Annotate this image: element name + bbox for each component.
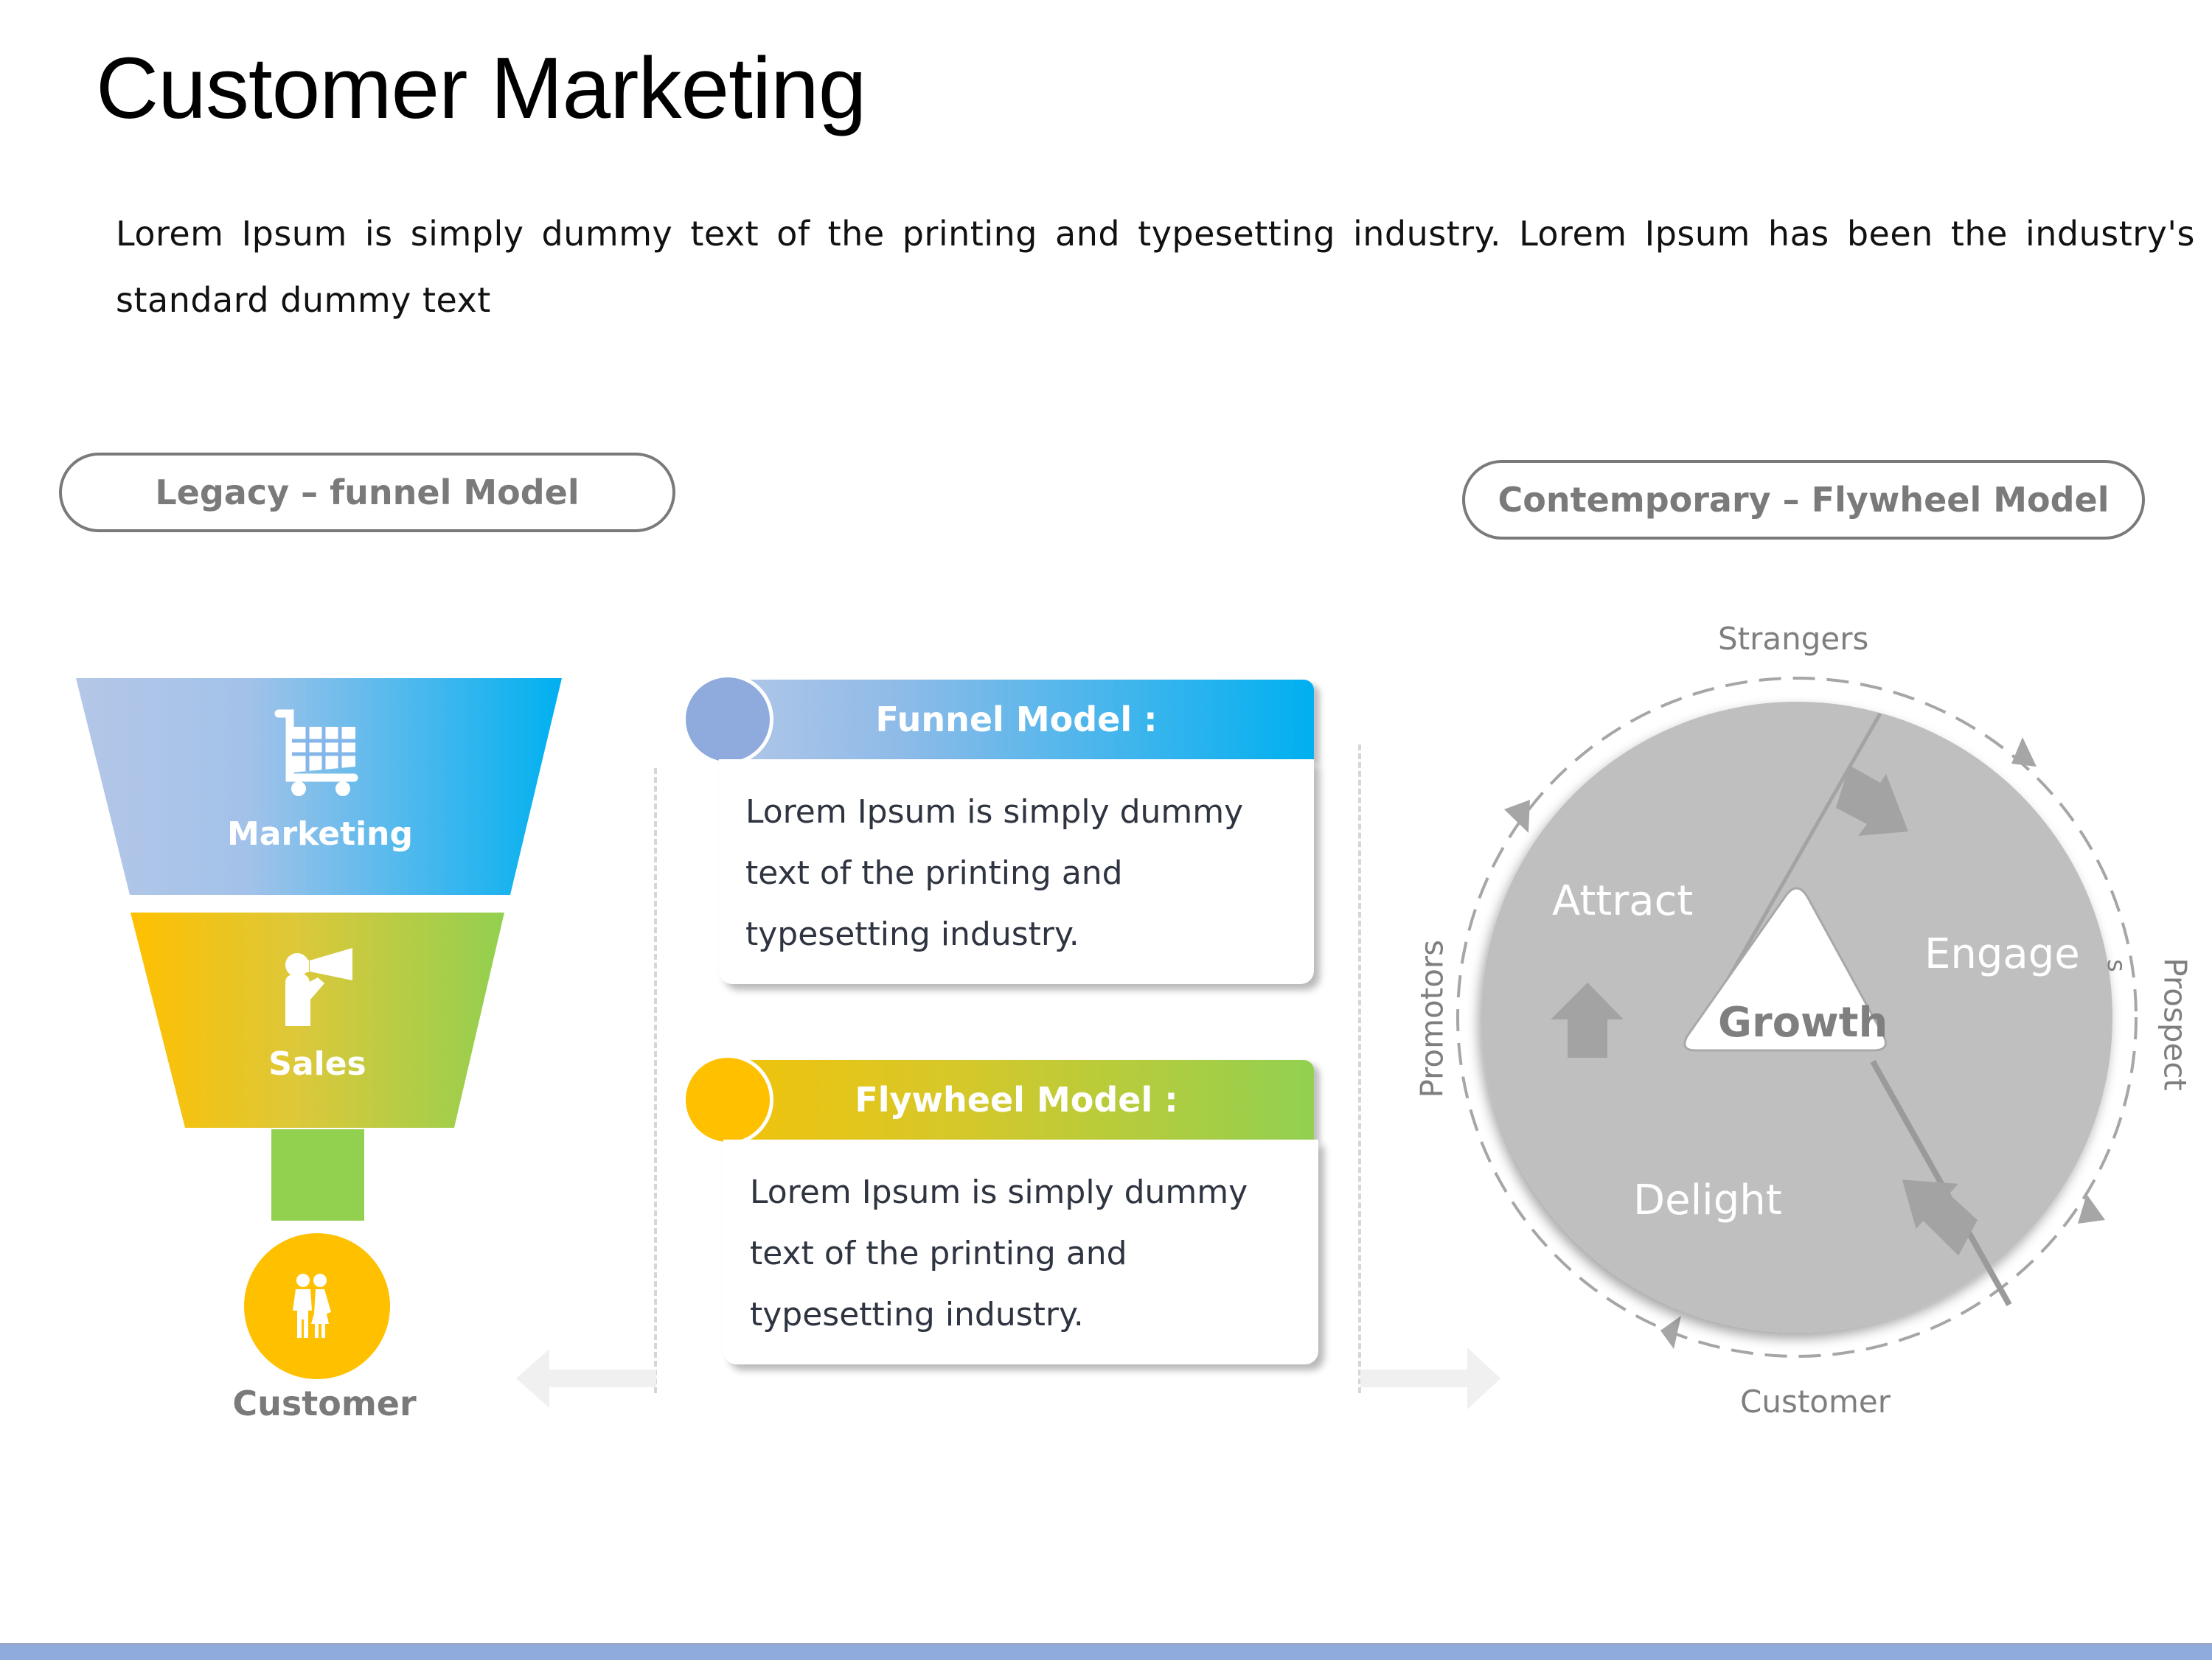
funnel-model-card-dot xyxy=(682,674,773,765)
funnel-diagram xyxy=(76,678,562,1379)
funnel-stage-marketing-label: Marketing xyxy=(226,815,414,853)
funnel-stage-sales xyxy=(131,913,504,1128)
segment-label-attract: Attract xyxy=(1552,877,1694,925)
funnel-stem xyxy=(271,1129,364,1221)
funnel-stage-marketing xyxy=(76,678,562,895)
ring-label-customer: Customer xyxy=(1740,1384,1891,1420)
flywheel-model-card-body: Lorem Ipsum is simply dummy text of the … xyxy=(723,1140,1318,1364)
ring-label-prospect: Prospect xyxy=(2157,958,2194,1091)
funnel-model-card-text: Lorem Ipsum is simply dummy text of the … xyxy=(745,793,1244,953)
growth-label: Growth xyxy=(1718,999,1888,1047)
flywheel-model-card-text: Lorem Ipsum is simply dummy text of the … xyxy=(750,1173,1248,1333)
bottom-accent-bar xyxy=(0,1643,2212,1660)
funnel-model-card-title: Funnel Model : xyxy=(875,700,1158,739)
ring-label-strangers: Strangers xyxy=(1718,621,1869,657)
funnel-stage-sales-label: Sales xyxy=(268,1045,366,1083)
funnel-model-card-header: Funnel Model : xyxy=(719,680,1314,759)
ring-label-prospect-wrap: s xyxy=(2101,959,2131,972)
ring-label-promotors: Promotors xyxy=(1413,939,1450,1098)
flywheel-model-label: Contemporary – Flywheel Model xyxy=(1498,480,2110,520)
funnel-model-card-body: Lorem Ipsum is simply dummy text of the … xyxy=(719,759,1314,984)
flywheel-model-card-header: Flywheel Model : xyxy=(719,1060,1314,1140)
flywheel-model-card-title: Flywheel Model : xyxy=(855,1080,1178,1120)
ring-arrow-right-bottom xyxy=(2078,1194,2105,1224)
flywheel-model-card-dot xyxy=(682,1054,773,1145)
ring-arrow-bottom-left xyxy=(1660,1316,1681,1349)
arrow-left-icon xyxy=(516,1349,656,1408)
customer-label: Customer xyxy=(232,1384,417,1423)
segment-label-engage: Engage xyxy=(1924,930,2080,978)
ring-arrow-top-right xyxy=(2011,737,2037,767)
divider-right xyxy=(1358,744,1361,1393)
divider-left xyxy=(654,768,657,1393)
segment-label-delight: Delight xyxy=(1633,1176,1782,1224)
flywheel-model-pill: Contemporary – Flywheel Model xyxy=(1462,460,2145,540)
